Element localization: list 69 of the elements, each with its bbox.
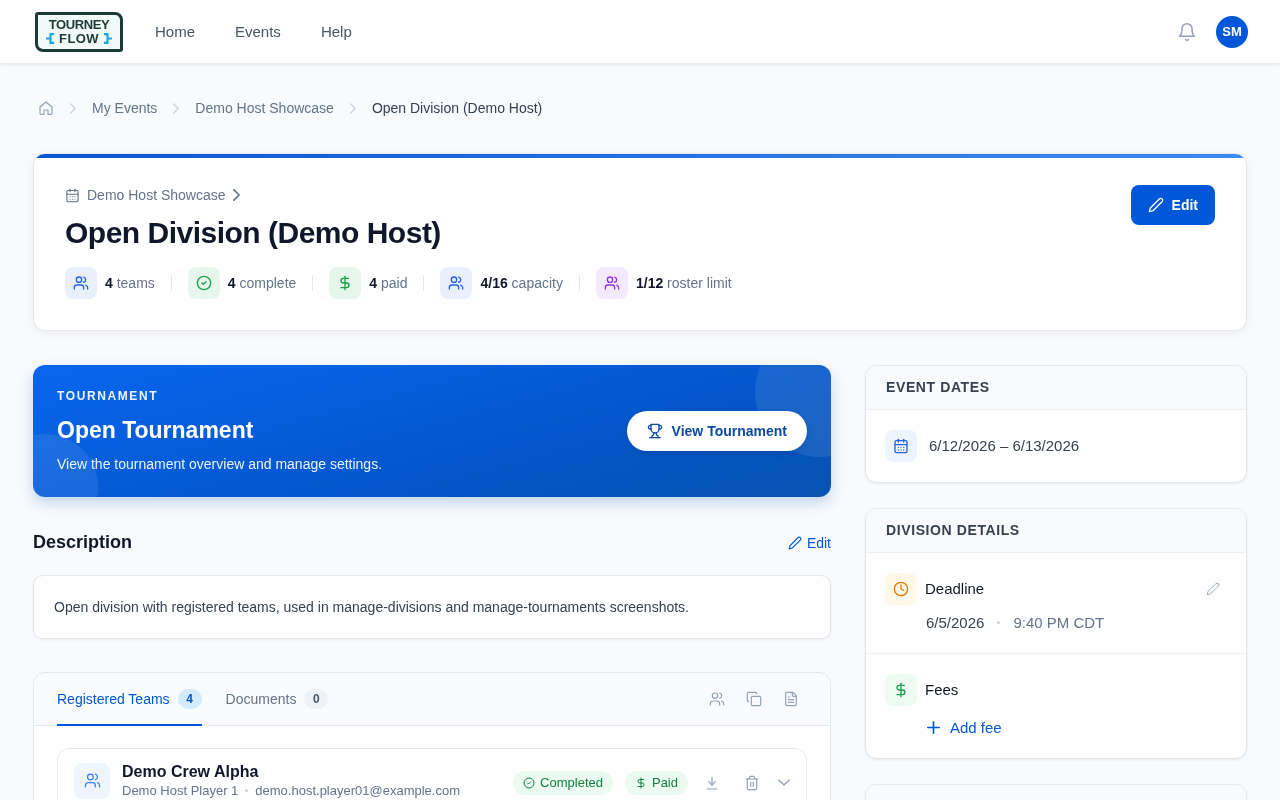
bracket-icon: [46, 33, 56, 44]
avatar-button[interactable]: SM: [1216, 15, 1248, 48]
description-text: Open division with registered teams, used in manage-divisions and manage-tournaments screenshots.: [54, 598, 689, 615]
deadline-time: 9:40 PM CDT: [1013, 614, 1105, 631]
captain-email: demo.host.player01@example.com: [255, 782, 460, 799]
bell-icon[interactable]: [1177, 21, 1197, 42]
stat-text: 4 teams: [105, 274, 155, 291]
nav-link[interactable]: Events: [235, 23, 281, 40]
chevron-icon: [232, 189, 240, 201]
tab[interactable]: Registered Teams 4: [57, 672, 202, 726]
edit-link[interactable]: Edit: [787, 534, 831, 551]
stat-text: 4 complete: [227, 274, 297, 291]
tournament-title: Open Tournament: [57, 415, 255, 444]
users-icon: [74, 762, 110, 799]
breadcrumb-link[interactable]: My Events: [92, 100, 158, 116]
pencil-icon: [787, 535, 802, 550]
division-title: Open Division (Demo Host): [65, 214, 442, 251]
add-fee-link[interactable]: Add fee: [885, 717, 1227, 738]
date-range: 6/12/2026 – 6/13/2026: [929, 437, 1080, 454]
nav-link[interactable]: Home: [155, 23, 195, 40]
tab-count: 0: [304, 689, 329, 709]
team-name: Demo Crew Alpha: [122, 762, 260, 781]
logo-text: TOURNEY: [48, 18, 110, 31]
card-heading: DIVISION DETAILS: [886, 522, 1020, 538]
clock-icon: [885, 572, 917, 605]
card-heading: EVENT DATES: [886, 379, 990, 395]
download-icon[interactable]: [704, 774, 720, 791]
document-icon[interactable]: [783, 690, 799, 707]
payment-badge: Paid: [624, 770, 688, 795]
breadcrumb-link[interactable]: Demo Host Showcase: [195, 100, 334, 116]
tab-count: 4: [177, 689, 202, 709]
dollar-icon: [885, 673, 917, 706]
copy-icon[interactable]: [746, 690, 762, 707]
bracket-icon: [102, 33, 112, 44]
chevron-down-icon[interactable]: [778, 779, 790, 786]
eyebrow-label: TOURNAMENT: [57, 387, 160, 404]
captain-name: Demo Host Player 1: [122, 782, 239, 799]
logo[interactable]: TOURNEY FLOW: [35, 11, 123, 52]
dollar-icon: [634, 776, 647, 789]
tab[interactable]: Documents 0: [225, 672, 329, 726]
status-badge: Completed: [513, 770, 613, 795]
plus-icon: [927, 721, 940, 734]
edit-button[interactable]: Edit: [1130, 185, 1215, 225]
view-tournament-button[interactable]: View Tournament: [626, 410, 807, 451]
breadcrumb-current: Open Division (Demo Host): [371, 100, 543, 116]
detail-label: Fees: [925, 681, 959, 698]
stat-text: 4 paid: [369, 274, 408, 291]
stat-text: 4/16 capacity: [480, 274, 563, 291]
home-icon[interactable]: [38, 100, 54, 116]
chevron-icon: [173, 102, 180, 114]
pencil-icon[interactable]: [1206, 581, 1220, 596]
users-icon[interactable]: [709, 690, 725, 707]
trophy-icon: [646, 422, 663, 439]
section-title: Description: [33, 532, 133, 553]
calendar-icon: [885, 429, 917, 462]
chevron-icon: [70, 102, 76, 114]
event-link[interactable]: Demo Host Showcase: [65, 185, 240, 205]
detail-label: Deadline: [925, 580, 985, 597]
pencil-icon: [1147, 197, 1164, 213]
logo-text: FLOW: [59, 32, 99, 45]
team-card[interactable]: Demo Crew Alpha Demo Host Player 1 demo.host.player01@example.com Completed Paid: [57, 747, 807, 800]
trash-icon[interactable]: [744, 774, 760, 791]
chevron-icon: [349, 102, 356, 114]
nav-link[interactable]: Help: [320, 23, 352, 40]
stat-text: 1/12 roster limit: [635, 274, 732, 291]
calendar-icon: [65, 187, 80, 203]
check-circle-icon: [523, 776, 536, 789]
tournament-subtitle: View the tournament overview and manage settings.: [57, 454, 383, 474]
deadline-date: 6/5/2026: [926, 614, 985, 631]
